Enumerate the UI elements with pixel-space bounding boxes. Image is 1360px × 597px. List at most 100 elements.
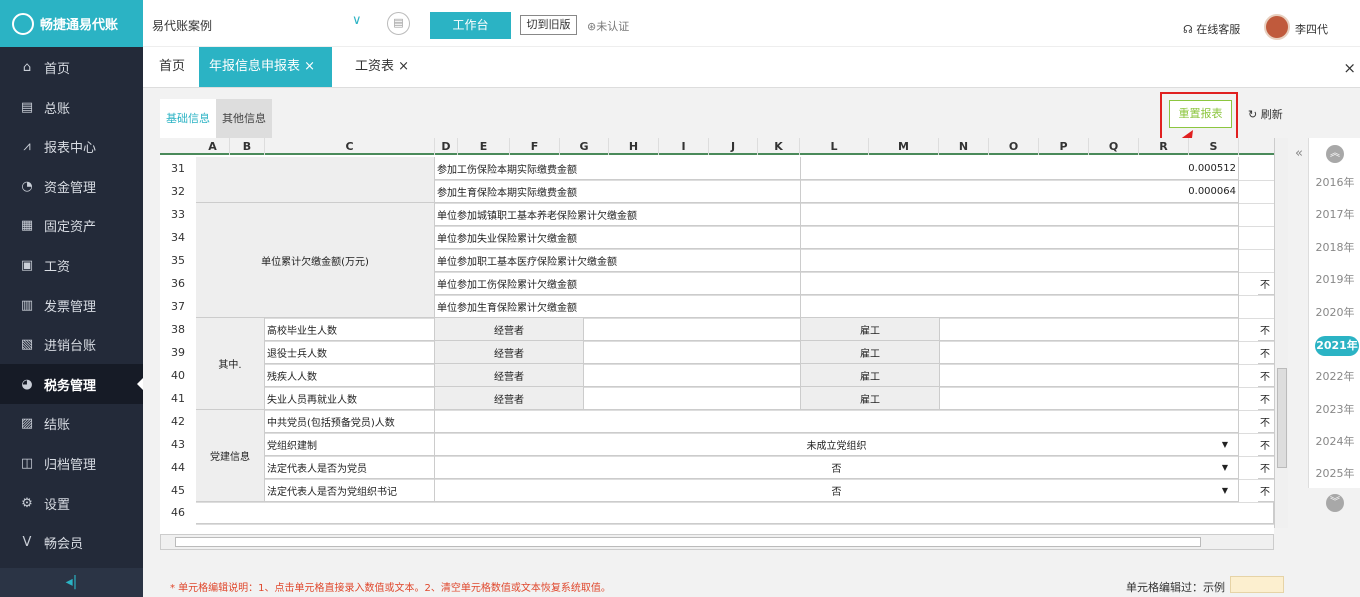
value-cell[interactable]	[584, 318, 801, 341]
account-selector[interactable]: 易代账案例	[152, 17, 212, 34]
sidebar-item-closing[interactable]: ▨ 结账	[0, 403, 143, 443]
row-number-37[interactable]: 37	[160, 295, 196, 318]
column-header-e[interactable]: E	[458, 138, 510, 155]
value-cell[interactable]	[584, 387, 801, 410]
close-all-tabs-button[interactable]: ×	[1343, 59, 1356, 77]
column-header-r[interactable]: R	[1139, 138, 1189, 155]
year-item-2019[interactable]: 2019年	[1309, 271, 1360, 287]
column-header-i[interactable]: I	[659, 138, 709, 155]
sidebar-item-tax[interactable]: ◕ 税务管理	[0, 364, 143, 404]
sidebar-item-invoice[interactable]: ▥ 发票管理	[0, 285, 143, 325]
sidebar-item-settings[interactable]: ⚙ 设置	[0, 483, 143, 523]
year-item-2016[interactable]: 2016年	[1309, 174, 1360, 190]
dropdown-arrow-icon[interactable]: ▼	[1222, 463, 1228, 472]
calendar-icon[interactable]: ▤	[387, 12, 410, 35]
value-cell[interactable]	[940, 387, 1239, 410]
refresh-button[interactable]: ↻ 刷新	[1248, 106, 1283, 122]
row-number-39[interactable]: 39	[160, 341, 196, 364]
column-header-j[interactable]: J	[709, 138, 758, 155]
year-item-2020[interactable]: 2020年	[1309, 304, 1360, 320]
row-number-33[interactable]: 33	[160, 203, 196, 226]
subtab-basic-info[interactable]: 基础信息	[160, 99, 216, 138]
user-name[interactable]: 李四代	[1295, 21, 1328, 37]
sidebar-item-reports[interactable]: ⩘ 报表中心	[0, 126, 143, 166]
row-number-35[interactable]: 35	[160, 249, 196, 272]
row-number-46[interactable]: 46	[160, 502, 196, 524]
column-header-k[interactable]: K	[758, 138, 800, 155]
sidebar-item-stock[interactable]: ▧ 进销台账	[0, 324, 143, 364]
avatar[interactable]	[1264, 14, 1290, 40]
row-number-36[interactable]: 36	[160, 272, 196, 295]
horizontal-scroll-thumb[interactable]	[175, 537, 1201, 547]
collapse-sidebar-button[interactable]: ◂|	[0, 568, 143, 597]
value-cell[interactable]	[801, 272, 1239, 295]
row-number-38[interactable]: 38	[160, 318, 196, 341]
column-header-f[interactable]: F	[510, 138, 560, 155]
column-header-a[interactable]: A	[196, 138, 230, 155]
certification-status[interactable]: ⊛未认证	[587, 18, 629, 34]
column-header-b[interactable]: B	[230, 138, 265, 155]
sidebar-item-assets[interactable]: ▦ 固定资产	[0, 205, 143, 245]
value-cell[interactable]	[801, 226, 1239, 249]
value-cell[interactable]	[940, 364, 1239, 387]
value-cell[interactable]	[801, 249, 1239, 272]
vertical-scroll-thumb[interactable]	[1277, 368, 1287, 468]
column-header-d[interactable]: D	[435, 138, 458, 155]
year-item-2024[interactable]: 2024年	[1309, 433, 1360, 449]
tab-home[interactable]: 首页	[149, 47, 195, 87]
value-cell[interactable]	[801, 203, 1239, 226]
sidebar-item-funds[interactable]: ◔ 资金管理	[0, 166, 143, 206]
column-header-h[interactable]: H	[609, 138, 659, 155]
collapse-years-icon[interactable]: «	[1295, 146, 1303, 161]
online-service-link[interactable]: ☊ 在线客服	[1183, 21, 1240, 37]
row-number-42[interactable]: 42	[160, 410, 196, 433]
column-header-p[interactable]: P	[1039, 138, 1089, 155]
sidebar-item-home[interactable]: ⌂ 首页	[0, 47, 143, 87]
year-item-2018[interactable]: 2018年	[1309, 239, 1360, 255]
close-icon[interactable]: ×	[398, 59, 409, 74]
dropdown-cell[interactable]: 否 ▼	[435, 456, 1239, 479]
row-number-43[interactable]: 43	[160, 433, 196, 456]
column-header-g[interactable]: G	[560, 138, 609, 155]
close-icon[interactable]: ×	[304, 59, 315, 74]
app-logo[interactable]: 畅捷通易代账	[0, 0, 143, 47]
value-cell[interactable]	[940, 341, 1239, 364]
column-header-o[interactable]: O	[989, 138, 1039, 155]
year-item-2023[interactable]: 2023年	[1309, 401, 1360, 417]
dropdown-cell[interactable]: 未成立党组织 ▼	[435, 433, 1239, 456]
value-cell[interactable]	[584, 364, 801, 387]
row-number-40[interactable]: 40	[160, 364, 196, 387]
tab-salary[interactable]: 工资表 ×	[345, 47, 419, 87]
value-cell[interactable]: 0.000064	[801, 180, 1239, 203]
value-cell[interactable]	[801, 295, 1239, 318]
value-cell[interactable]	[435, 410, 1239, 433]
row-number-31[interactable]: 31	[160, 157, 196, 180]
row-number-32[interactable]: 32	[160, 180, 196, 203]
column-header-q[interactable]: Q	[1089, 138, 1139, 155]
sidebar-item-vip[interactable]: V 畅会员	[0, 522, 143, 562]
sidebar-item-salary[interactable]: ▣ 工资	[0, 245, 143, 285]
column-header-m[interactable]: M	[869, 138, 939, 155]
dropdown-arrow-icon[interactable]: ▼	[1222, 440, 1228, 449]
horizontal-scrollbar[interactable]	[160, 534, 1274, 550]
column-header-c[interactable]: C	[265, 138, 435, 155]
switch-old-version-button[interactable]: 切到旧版	[520, 15, 577, 35]
dropdown-cell[interactable]: 否 ▼	[435, 479, 1239, 502]
subtab-other-info[interactable]: 其他信息	[216, 99, 272, 138]
row-number-34[interactable]: 34	[160, 226, 196, 249]
tab-annual-report[interactable]: 年报信息申报表 ×	[199, 47, 332, 87]
year-item-2025[interactable]: 2025年	[1309, 465, 1360, 481]
value-cell[interactable]	[584, 341, 801, 364]
workbench-button[interactable]: 工作台	[430, 12, 511, 39]
value-cell[interactable]	[940, 318, 1239, 341]
year-item-2017[interactable]: 2017年	[1309, 206, 1360, 222]
year-down-icon[interactable]: ︾	[1326, 494, 1344, 512]
vertical-scrollbar[interactable]	[1274, 138, 1288, 528]
sidebar-item-ledger[interactable]: ▤ 总账	[0, 87, 143, 127]
row-number-44[interactable]: 44	[160, 456, 196, 479]
column-header-n[interactable]: N	[939, 138, 989, 155]
dropdown-arrow-icon[interactable]: ▼	[1222, 486, 1228, 495]
value-cell[interactable]: 0.000512	[801, 157, 1239, 180]
year-up-icon[interactable]: ︽	[1326, 145, 1344, 163]
year-item-2022[interactable]: 2022年	[1309, 368, 1360, 384]
